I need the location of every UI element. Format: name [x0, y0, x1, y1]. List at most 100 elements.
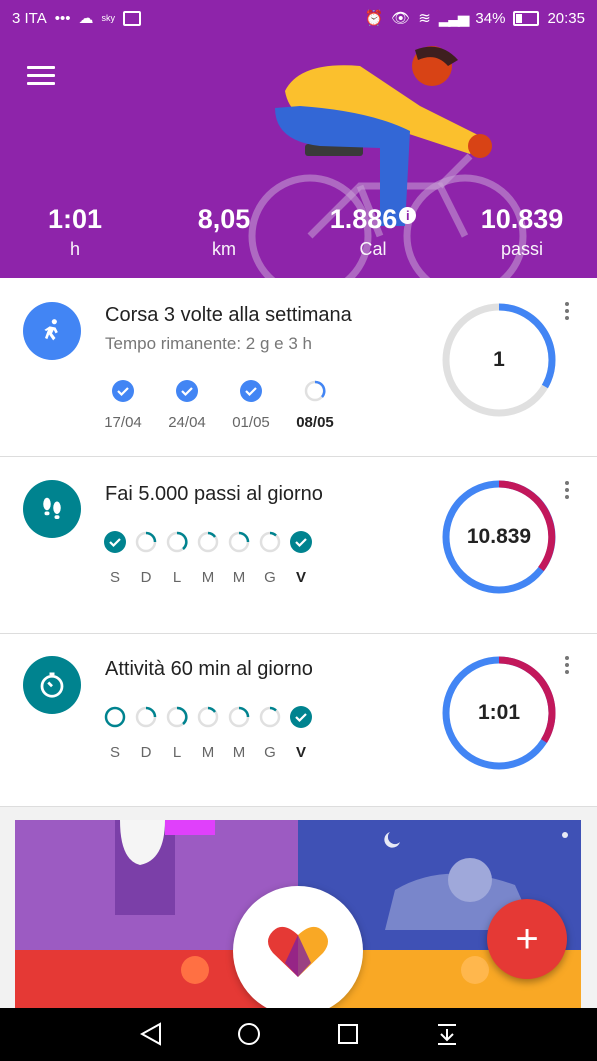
goal-active-ring: 1:01 — [440, 654, 558, 772]
goal-card-steps[interactable]: Fai 5.000 passi al giorno S D L M M G V … — [0, 457, 597, 634]
day-label: M — [232, 744, 246, 761]
battery-icon — [513, 10, 540, 26]
clock-time: 20:35 — [547, 9, 585, 27]
add-button[interactable]: + — [487, 899, 567, 979]
goal-steps-ring-value: 10.839 — [466, 525, 532, 548]
check-icon — [290, 531, 312, 553]
day-progress: S D L M M G V — [104, 531, 312, 586]
stat-distance-unit: km — [212, 239, 236, 259]
progress-circle-icon — [135, 531, 157, 553]
goal-card-active[interactable]: Attività 60 min al giorno S D L M M G V … — [0, 634, 597, 807]
day-item: M — [228, 531, 250, 586]
battery-percent: 34% — [475, 9, 506, 27]
info-icon[interactable]: i — [399, 207, 417, 224]
stat-time-unit: h — [69, 239, 80, 259]
fit-logo-button[interactable] — [233, 886, 363, 1008]
activity-header: 1:01 h 8,05 km 1.886 i Cal 10.839 passi — [0, 36, 597, 278]
day-label: L — [172, 569, 182, 586]
progress-circle-icon — [228, 706, 250, 728]
day-progress: S D L M M G V — [104, 706, 312, 761]
day-label: D — [140, 569, 152, 586]
day-item: L — [166, 531, 188, 586]
alarm-icon: ⏰ — [364, 10, 384, 27]
run-icon — [23, 302, 81, 360]
goal-active-title: Attività 60 min al giorno — [105, 658, 313, 680]
goal-card-run[interactable]: Corsa 3 volte alla settimana Tempo riman… — [0, 278, 597, 457]
day-label: G — [264, 744, 276, 761]
goal-run-ring-value: 1 — [493, 348, 505, 371]
progress-circle-icon — [104, 706, 126, 728]
day-label: D — [140, 744, 152, 761]
more-options-button[interactable] — [565, 302, 571, 320]
cloud-icon: ☁ — [78, 10, 94, 27]
stat-steps-unit: passi — [500, 239, 544, 259]
progress-circle-icon — [259, 531, 281, 553]
week-item: 17/04 — [96, 380, 150, 431]
check-icon — [290, 706, 312, 728]
timer-icon — [23, 656, 81, 714]
progress-circle-icon — [166, 531, 188, 553]
day-item: G — [259, 706, 281, 761]
progress-circle-icon — [166, 706, 188, 728]
carrier-label: 3 ITA — [12, 9, 47, 27]
goal-run-title: Corsa 3 volte alla settimana — [105, 304, 352, 326]
stat-distance: 8,05 km — [164, 204, 284, 260]
day-item: M — [197, 706, 219, 761]
status-bar: 3 ITA ••• ☁ sky ⏰ 👁 ≋ ▂▃▅ 34% 20:35 — [0, 0, 597, 36]
goal-steps-ring: 10.839 — [440, 478, 558, 596]
day-item-today: V — [290, 531, 312, 586]
stat-calories[interactable]: 1.886 i Cal — [313, 204, 433, 260]
day-item: L — [166, 706, 188, 761]
week-label-current: 08/05 — [296, 414, 334, 431]
day-label: M — [232, 569, 246, 586]
day-item: S — [104, 706, 126, 761]
more-options-button[interactable] — [565, 481, 571, 499]
mail-icon — [123, 10, 141, 26]
day-label-today: V — [295, 744, 306, 761]
goal-run-ring: 1 — [440, 301, 558, 419]
week-label: 24/04 — [168, 414, 206, 431]
day-label-today: V — [295, 569, 306, 586]
stat-calories-unit: Cal — [359, 239, 387, 259]
day-item: M — [197, 531, 219, 586]
notifications-pull-icon[interactable] — [436, 1022, 458, 1046]
week-item: 01/05 — [224, 380, 278, 431]
back-icon[interactable] — [140, 1022, 162, 1046]
goal-active-ring-value: 1:01 — [477, 701, 521, 724]
progress-circle-icon — [259, 706, 281, 728]
day-item-today: V — [290, 706, 312, 761]
day-item: M — [228, 706, 250, 761]
more-icon: ••• — [54, 9, 71, 27]
goal-run-remaining: Tempo rimanente: 2 g e 3 h — [105, 334, 312, 353]
home-icon[interactable] — [237, 1022, 261, 1046]
day-label: S — [109, 744, 120, 761]
day-item: D — [135, 531, 157, 586]
day-label: M — [201, 569, 215, 586]
day-label: M — [201, 744, 215, 761]
progress-circle-icon — [197, 531, 219, 553]
eye-icon: 👁 — [391, 10, 411, 27]
day-label: L — [172, 744, 182, 761]
day-item: D — [135, 706, 157, 761]
check-icon — [104, 531, 126, 553]
wifi-icon: ≋ — [418, 10, 431, 27]
week-label: 01/05 — [232, 414, 270, 431]
progress-circle-icon — [304, 380, 326, 402]
progress-circle-icon — [197, 706, 219, 728]
goal-steps-title: Fai 5.000 passi al giorno — [105, 483, 323, 505]
stat-steps: 10.839 passi — [462, 204, 582, 260]
progress-circle-icon — [135, 706, 157, 728]
more-options-button[interactable] — [565, 656, 571, 674]
day-label: G — [264, 569, 276, 586]
check-icon — [176, 380, 198, 402]
week-item-current: 08/05 — [288, 380, 342, 431]
recents-icon[interactable] — [337, 1023, 359, 1045]
check-icon — [240, 380, 262, 402]
sky-icon: sky — [101, 13, 116, 23]
stat-calories-value: 1.886 — [329, 204, 398, 234]
day-label: S — [109, 569, 120, 586]
system-nav-bar — [0, 1008, 597, 1061]
day-item: G — [259, 531, 281, 586]
week-progress: 17/04 24/04 01/05 08/05 — [96, 380, 342, 431]
signal-icon: ▂▃▅ — [438, 10, 470, 27]
